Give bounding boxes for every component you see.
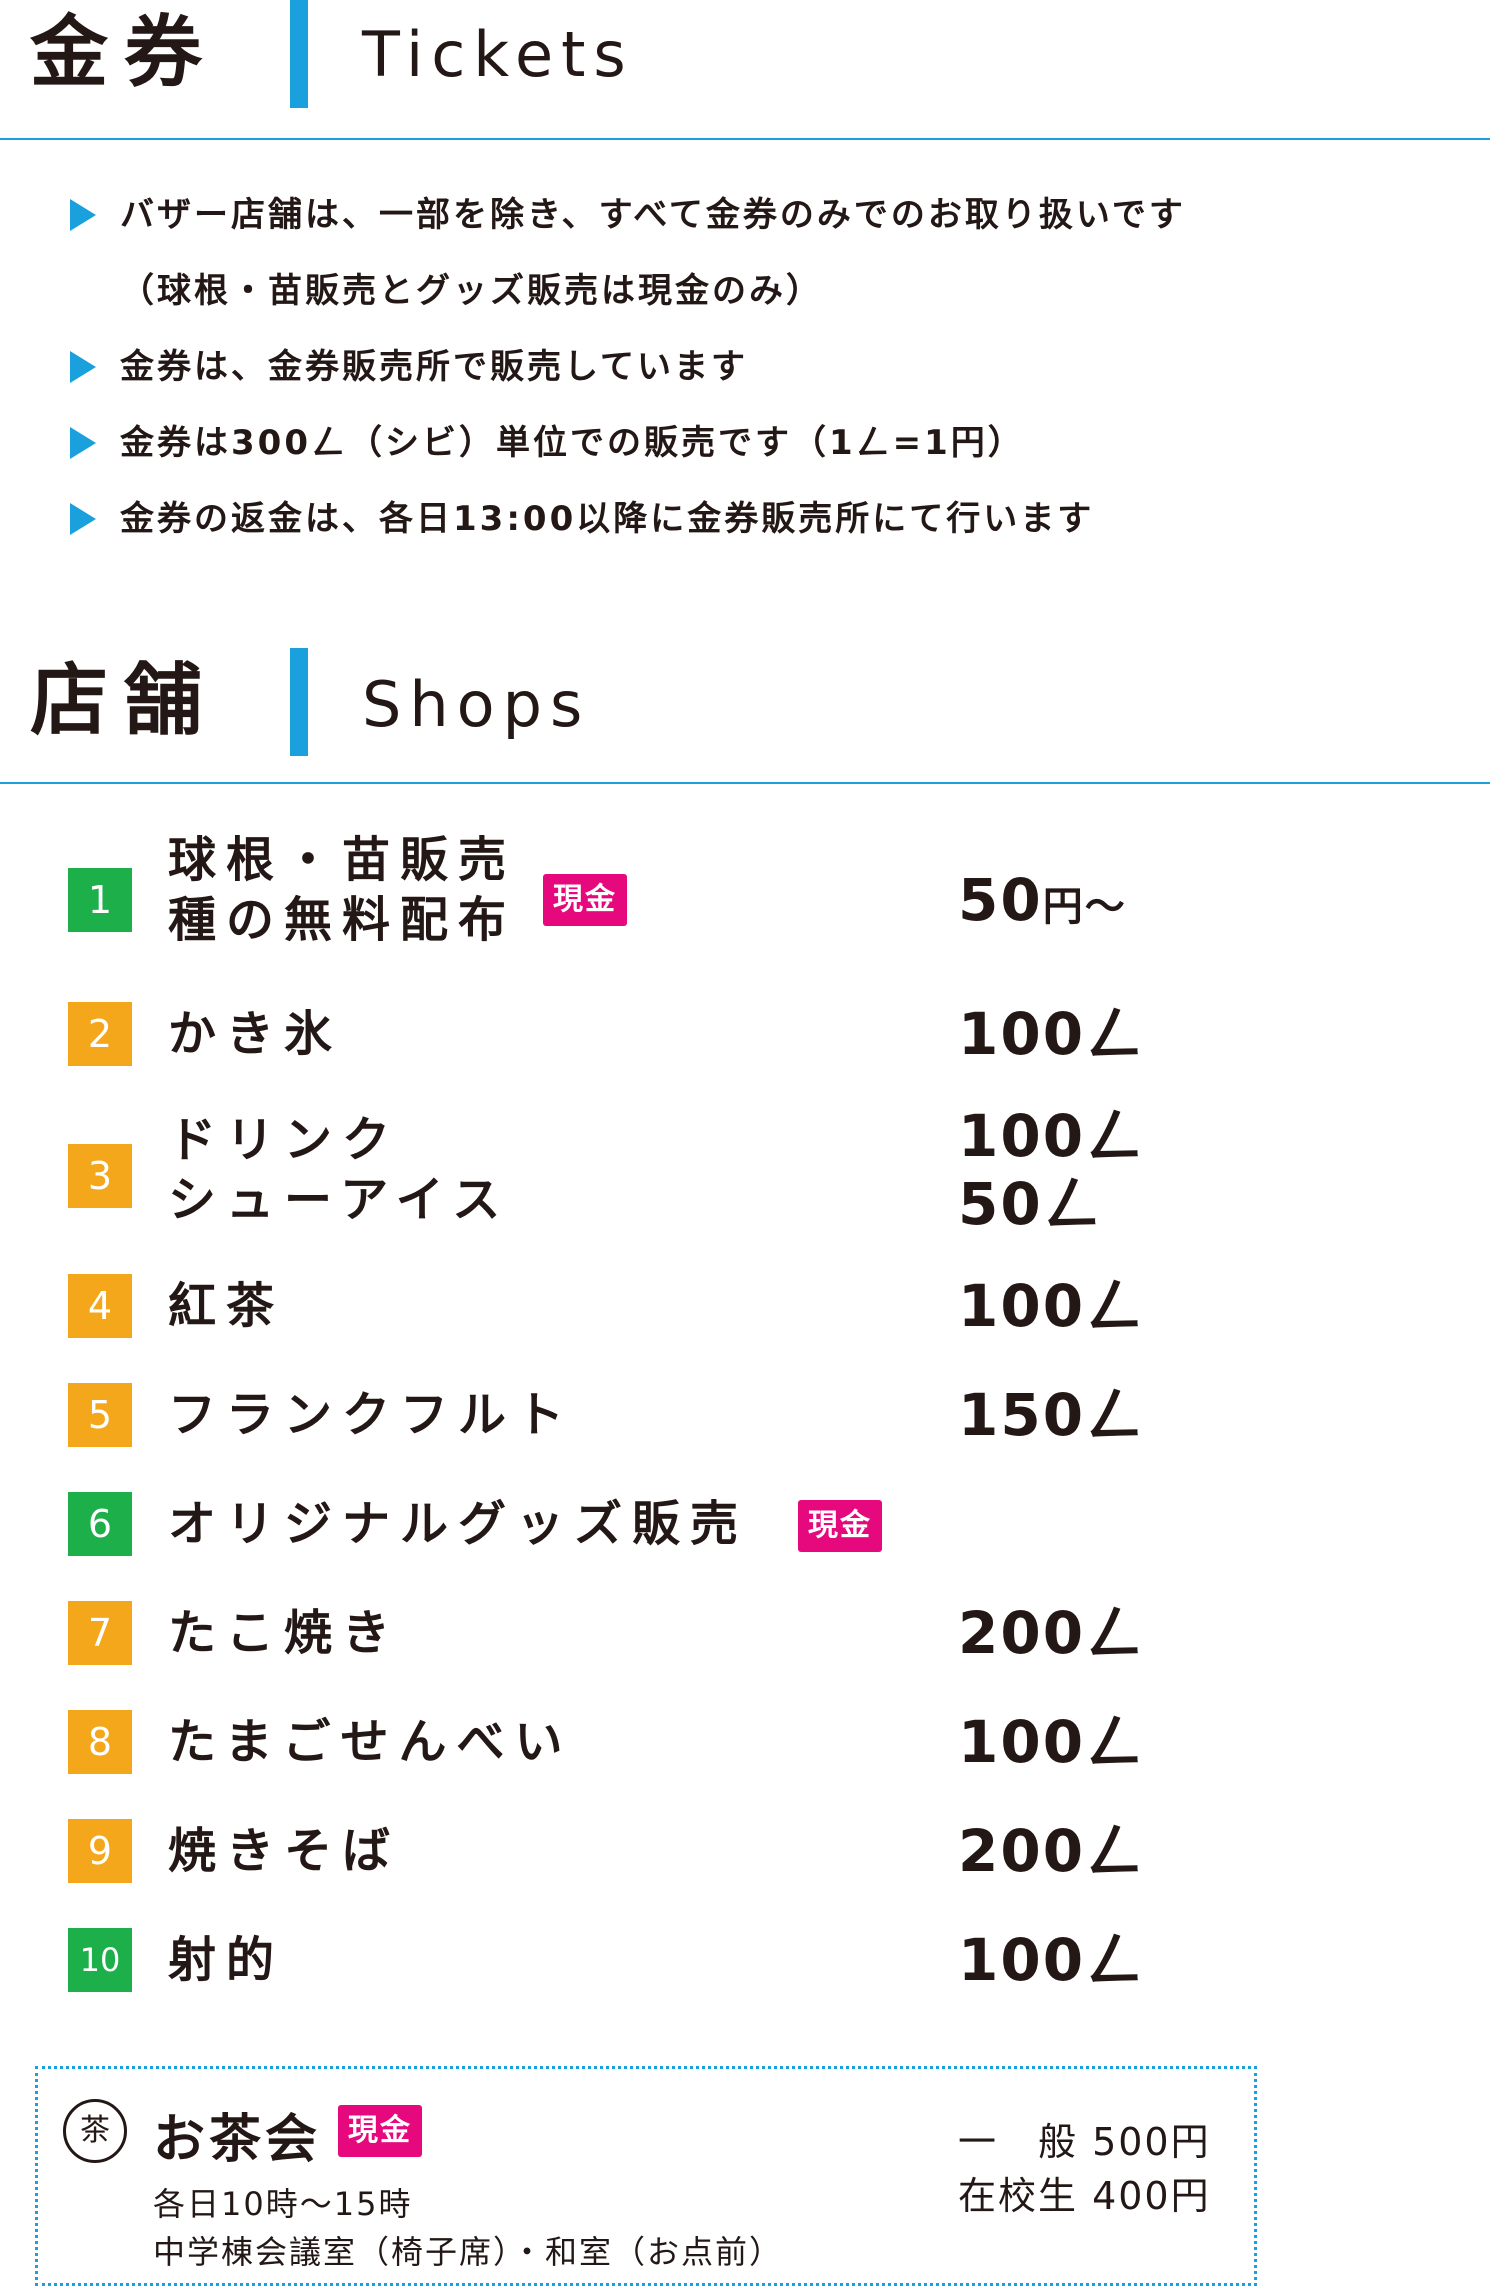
shop-number: 7 [68,1601,132,1665]
tickets-divider [0,138,1490,140]
tea-logo-icon: 茶 [63,2099,127,2163]
shop-number: 8 [68,1710,132,1774]
tickets-title-en: Tickets [362,18,634,91]
shop-name: 球根・苗販売 種の無料配布 [168,832,517,948]
shops-accent-bar [290,648,308,756]
note-item: 金券は300ㄥ（シビ）単位での販売です（1ㄥ=1円） [70,413,1470,489]
shops-divider [0,782,1490,784]
shop-number: 9 [68,1819,132,1883]
cash-badge: 現金 [798,1500,882,1552]
shop-number: 4 [68,1274,132,1338]
tea-place: 中学棟会議室（椅子席）・和室（お点前） [153,2233,784,2271]
shop-price: 100ㄥ [958,1708,1146,1776]
tea-ceremony-box: 茶 お茶会 現金 各日10時～15時 中学棟会議室（椅子席）・和室（お点前） 一… [35,2066,1257,2286]
note-item: 金券は、金券販売所で販売しています [70,337,1470,413]
shop-name: たまごせんべい [168,1714,573,1770]
tea-price-general: 一 般 500円 [958,2120,1211,2164]
shop-number: 5 [68,1383,132,1447]
shops-title-en: Shops [362,668,591,741]
tickets-accent-bar [290,0,308,108]
shop-name: オリジナルグッズ販売 [168,1496,749,1552]
shop-number: 10 [68,1928,132,1992]
tickets-notes: バザー店舗は、一部を除き、すべて金券のみでのお取り扱いです （球根・苗販売とグッ… [70,185,1470,565]
shop-number: 2 [68,1002,132,1066]
triangle-bullet-icon [70,503,96,535]
shop-name: たこ焼き [168,1605,401,1661]
tea-title: お茶会 [153,2110,322,2170]
shop-price: 200ㄥ [958,1817,1146,1885]
note-item: （球根・苗販売とグッズ販売は現金のみ） [120,271,823,311]
cash-badge: 現金 [543,874,627,926]
shop-price: 100ㄥ [958,1272,1146,1340]
triangle-bullet-icon [70,427,96,459]
shop-number: 1 [68,868,132,932]
tea-price-student: 在校生 400円 [958,2174,1211,2218]
cash-badge: 現金 [338,2105,422,2157]
shop-number: 6 [68,1492,132,1556]
tea-time: 各日10時～15時 [153,2185,413,2223]
shop-price: 200ㄥ [958,1599,1146,1667]
shop-price: 50円～ [958,866,1127,934]
note-item: バザー店舗は、一部を除き、すべて金券のみでのお取り扱いです [70,185,1470,261]
shop-price: 100ㄥ 50ㄥ [958,1102,1146,1238]
shop-price: 150ㄥ [958,1381,1146,1449]
shop-name: 紅茶 [168,1278,285,1334]
shop-price: 100ㄥ [958,1926,1146,1994]
shop-name: かき氷 [168,1006,343,1062]
shop-number: 3 [68,1144,132,1208]
shop-price: 100ㄥ [958,1000,1146,1068]
shops-title-jp: 店舗 [30,656,219,746]
tickets-title-jp: 金券 [30,8,219,98]
note-item: 金券の返金は、各日13:00以降に金券販売所にて行います [70,489,1470,565]
shop-name: フランクフルト [168,1387,575,1443]
shop-name: ドリンク シューアイス [168,1112,511,1228]
shop-name: 焼きそば [168,1823,401,1879]
shop-name: 射的 [168,1932,285,1988]
triangle-bullet-icon [70,351,96,383]
triangle-bullet-icon [70,199,96,231]
